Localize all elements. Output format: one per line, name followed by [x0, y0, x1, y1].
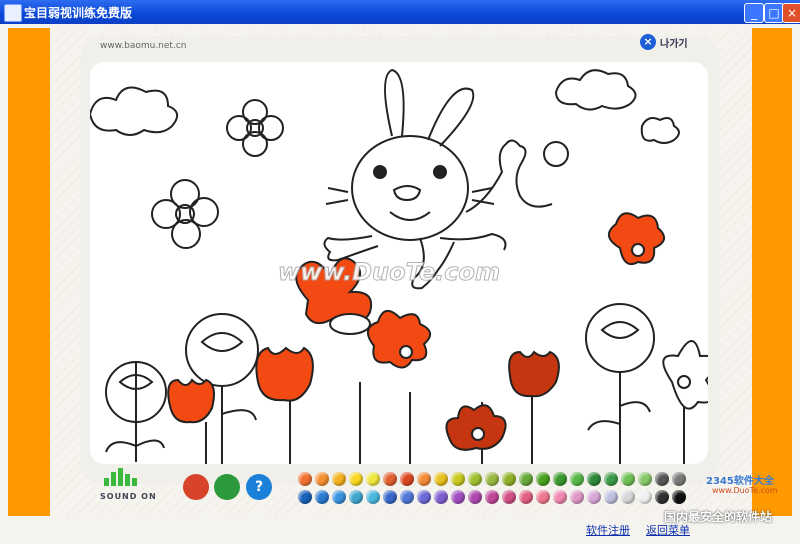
- color-swatch[interactable]: [400, 472, 414, 486]
- colored-shapes: [167, 212, 665, 451]
- color-swatch[interactable]: [655, 472, 669, 486]
- color-swatch[interactable]: [366, 490, 380, 504]
- left-orange-bar: [8, 28, 50, 516]
- color-swatch[interactable]: [638, 472, 652, 486]
- close-circle-icon: ×: [640, 34, 656, 50]
- close-button[interactable]: ×: [782, 3, 800, 23]
- site-url: www.baomu.net.cn: [100, 41, 187, 51]
- color-swatch[interactable]: [417, 472, 431, 486]
- color-swatch[interactable]: [298, 472, 312, 486]
- title-bar: 宝目弱视训练免费版 _ □ ×: [0, 0, 800, 24]
- color-swatch[interactable]: [570, 472, 584, 486]
- color-swatch[interactable]: [451, 472, 465, 486]
- color-swatch[interactable]: [298, 490, 312, 504]
- color-swatch[interactable]: [553, 490, 567, 504]
- color-swatch[interactable]: [621, 490, 635, 504]
- bunny: [323, 68, 569, 290]
- maximize-button[interactable]: □: [764, 3, 784, 23]
- color-swatch[interactable]: [332, 490, 346, 504]
- color-swatch[interactable]: [536, 490, 550, 504]
- right-orange-bar: [752, 28, 792, 516]
- rose-right: [585, 303, 655, 464]
- color-swatch[interactable]: [604, 490, 618, 504]
- color-swatch[interactable]: [315, 472, 329, 486]
- color-swatch[interactable]: [638, 490, 652, 504]
- color-palette: [298, 472, 689, 504]
- cloud-left: [90, 86, 179, 136]
- color-swatch[interactable]: [672, 472, 686, 486]
- minimize-button[interactable]: _: [744, 3, 764, 23]
- color-swatch[interactable]: [587, 490, 601, 504]
- help-icon[interactable]: ?: [246, 474, 272, 500]
- sound-toggle-label[interactable]: SOUND ON: [100, 492, 157, 501]
- color-swatch[interactable]: [332, 472, 346, 486]
- color-swatch[interactable]: [468, 490, 482, 504]
- color-swatch[interactable]: [519, 472, 533, 486]
- cloud-right: [554, 69, 637, 111]
- color-swatch[interactable]: [621, 472, 635, 486]
- color-swatch[interactable]: [672, 490, 686, 504]
- color-swatch[interactable]: [604, 472, 618, 486]
- eraser-icon[interactable]: [183, 474, 209, 500]
- color-swatch[interactable]: [366, 472, 380, 486]
- sound-equalizer-icon[interactable]: [104, 466, 144, 486]
- color-swatch[interactable]: [383, 490, 397, 504]
- color-swatch[interactable]: [315, 490, 329, 504]
- color-swatch[interactable]: [536, 472, 550, 486]
- color-swatch[interactable]: [485, 472, 499, 486]
- brand-2345: 2345软件大全: [706, 476, 774, 487]
- color-swatch[interactable]: [485, 490, 499, 504]
- color-swatch[interactable]: [383, 472, 397, 486]
- color-swatch[interactable]: [349, 472, 363, 486]
- color-swatch[interactable]: [468, 472, 482, 486]
- brand-duote-url: www.DuoTe.com: [712, 486, 778, 495]
- site-watermark: www.DuoTe.com: [278, 258, 501, 287]
- color-swatch[interactable]: [553, 472, 567, 486]
- window-title: 宝目弱视训练免费版: [24, 6, 133, 20]
- color-swatch[interactable]: [434, 472, 448, 486]
- exit-button[interactable]: × 나가기: [640, 34, 688, 50]
- rose-left: [105, 361, 167, 462]
- color-swatch[interactable]: [570, 490, 584, 504]
- color-swatch[interactable]: [434, 490, 448, 504]
- color-swatch[interactable]: [502, 472, 516, 486]
- flower-small-right: [662, 340, 708, 464]
- flower-outline-left: [151, 179, 219, 249]
- exit-label: 나가기: [660, 38, 688, 50]
- color-swatch[interactable]: [400, 490, 414, 504]
- color-swatch[interactable]: [519, 490, 533, 504]
- color-swatch[interactable]: [502, 490, 516, 504]
- refresh-icon[interactable]: [214, 474, 240, 500]
- color-swatch[interactable]: [655, 490, 669, 504]
- color-swatch[interactable]: [349, 490, 363, 504]
- color-swatch[interactable]: [587, 472, 601, 486]
- app-icon: [4, 4, 22, 22]
- cloud-small: [640, 117, 680, 144]
- color-swatch[interactable]: [417, 490, 431, 504]
- register-link[interactable]: 软件注册: [586, 522, 630, 538]
- back-menu-link[interactable]: 返回菜单: [646, 522, 690, 538]
- color-swatch[interactable]: [451, 490, 465, 504]
- flower-outline-top: [226, 99, 284, 157]
